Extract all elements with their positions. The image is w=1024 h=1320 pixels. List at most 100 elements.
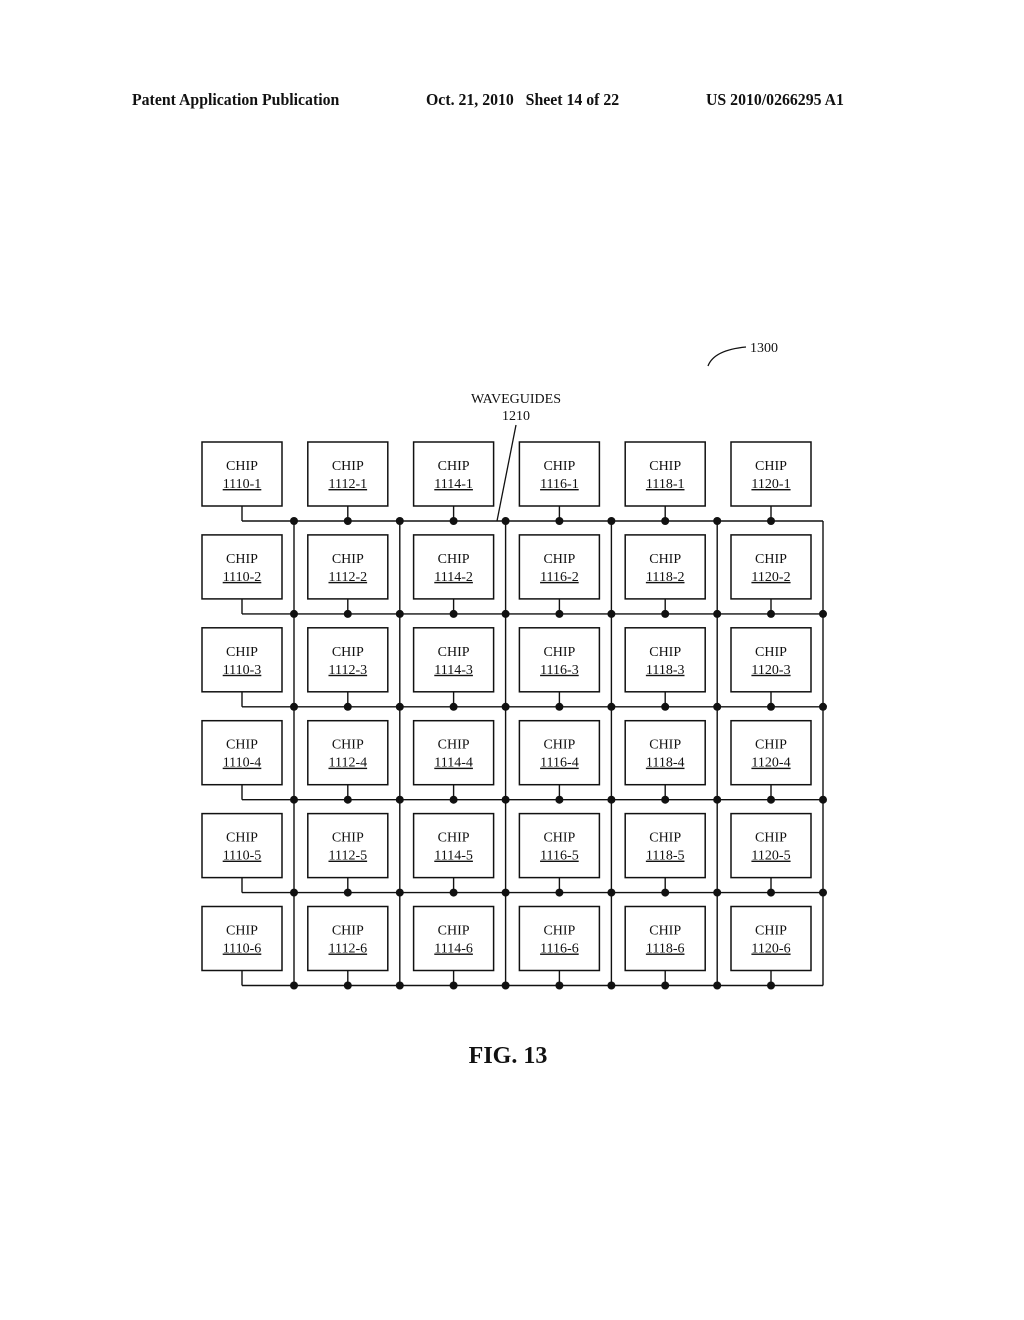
junction-dot xyxy=(713,981,722,990)
junction-dot xyxy=(661,795,670,804)
chip-id: 1116-5 xyxy=(540,849,579,864)
chip: CHIP 1110-2 xyxy=(201,534,283,600)
chip-box xyxy=(412,441,495,507)
chip-id: 1112-6 xyxy=(328,942,367,957)
chip-title: CHIP xyxy=(226,738,258,753)
chip: CHIP 1114-1 xyxy=(412,441,495,507)
junction-dot xyxy=(395,795,404,804)
chip-id: 1120-1 xyxy=(751,477,790,492)
chip-id: 1116-3 xyxy=(540,663,579,678)
junction-dot xyxy=(449,702,458,711)
chip: CHIP 1118-3 xyxy=(624,627,706,693)
chip-box xyxy=(307,905,389,972)
junction-dot xyxy=(555,888,564,897)
chip-id: 1110-5 xyxy=(223,849,262,864)
junction-dot xyxy=(767,795,775,804)
junction-dot xyxy=(290,609,298,618)
junction-dot xyxy=(661,981,670,990)
junction-dot xyxy=(343,981,352,990)
junction-dot xyxy=(819,609,827,618)
chip-id: 1114-3 xyxy=(434,663,473,678)
chip-id: 1120-4 xyxy=(751,756,790,771)
chip-title: CHIP xyxy=(543,645,575,660)
junction-dot xyxy=(607,517,616,525)
chip-id: 1110-4 xyxy=(223,756,262,771)
chip: CHIP 1112-1 xyxy=(307,441,389,507)
chip: CHIP 1110-4 xyxy=(201,719,283,786)
chip-title: CHIP xyxy=(226,645,258,660)
chip-id: 1112-5 xyxy=(328,849,367,864)
junction-dot xyxy=(395,888,404,897)
chip: CHIP 1116-4 xyxy=(518,719,601,786)
chip: CHIP 1110-5 xyxy=(201,812,283,879)
chip-title: CHIP xyxy=(332,831,364,846)
junction-dot xyxy=(501,888,510,897)
junction-dot xyxy=(767,981,775,990)
junction-dot xyxy=(713,609,722,618)
chip: CHIP 1110-1 xyxy=(201,441,283,507)
chip-id: 1120-2 xyxy=(751,570,790,585)
chip: CHIP 1118-4 xyxy=(624,719,706,786)
junction-dot xyxy=(661,888,670,897)
junction-dot xyxy=(449,981,458,990)
chip-title: CHIP xyxy=(755,831,787,846)
chip-title: CHIP xyxy=(226,924,258,939)
junction-dot xyxy=(607,609,616,618)
junction-dot xyxy=(661,609,670,618)
chip-id: 1118-2 xyxy=(646,570,685,585)
chip-title: CHIP xyxy=(226,831,258,846)
chip: CHIP 1114-3 xyxy=(412,627,495,693)
chip-id: 1110-1 xyxy=(223,477,262,492)
junction-dot xyxy=(607,888,616,897)
junction-dot xyxy=(343,888,352,897)
chip-id: 1118-5 xyxy=(646,849,685,864)
chip: CHIP 1118-1 xyxy=(624,441,706,507)
chip-id: 1110-2 xyxy=(223,570,262,585)
chip-title: CHIP xyxy=(438,552,470,567)
chip: CHIP 1120-3 xyxy=(730,627,812,693)
chip: CHIP 1118-5 xyxy=(624,812,706,879)
chip-id: 1116-6 xyxy=(540,942,579,957)
chip-title: CHIP xyxy=(438,831,470,846)
chip-title: CHIP xyxy=(332,738,364,753)
junction-dot xyxy=(607,702,616,711)
junction-dot xyxy=(767,888,775,897)
figure-reference: 1300 xyxy=(707,341,778,367)
junction-dot xyxy=(343,609,352,618)
junction-dot xyxy=(395,517,404,525)
chip-box xyxy=(201,441,283,507)
chip: CHIP 1116-3 xyxy=(518,627,601,693)
junction-dot xyxy=(449,609,458,618)
chip-title: CHIP xyxy=(755,738,787,753)
chip-id: 1114-4 xyxy=(434,756,473,771)
junction-dot xyxy=(449,888,458,897)
chip-box xyxy=(518,441,601,507)
waveguides-ref-number: 1210 xyxy=(502,409,530,424)
chip-id: 1114-5 xyxy=(434,849,473,864)
chip-id: 1118-6 xyxy=(646,942,685,957)
chip-id: 1120-5 xyxy=(751,849,790,864)
chip-title: CHIP xyxy=(438,924,470,939)
chip-id: 1110-6 xyxy=(223,942,262,957)
junction-dot xyxy=(501,702,510,711)
chip-box xyxy=(307,441,389,507)
junction-dot xyxy=(661,702,670,711)
junction-dot xyxy=(343,702,352,711)
junction-dot xyxy=(290,702,298,711)
chip: CHIP 1114-6 xyxy=(412,905,495,972)
chip-title: CHIP xyxy=(226,552,258,567)
junction-dot xyxy=(290,888,298,897)
junction-dot xyxy=(501,981,510,990)
chip-title: CHIP xyxy=(543,552,575,567)
chip-title: CHIP xyxy=(543,831,575,846)
chip-title: CHIP xyxy=(332,924,364,939)
junction-dot xyxy=(767,702,775,711)
junction-dot xyxy=(555,517,564,525)
junction-dot xyxy=(555,702,564,711)
chip-title: CHIP xyxy=(543,924,575,939)
chip: CHIP 1114-2 xyxy=(412,534,495,600)
chip-title: CHIP xyxy=(649,552,681,567)
chip: CHIP 1112-6 xyxy=(307,905,389,972)
chip: CHIP 1114-5 xyxy=(412,812,495,879)
chip-title: CHIP xyxy=(649,831,681,846)
